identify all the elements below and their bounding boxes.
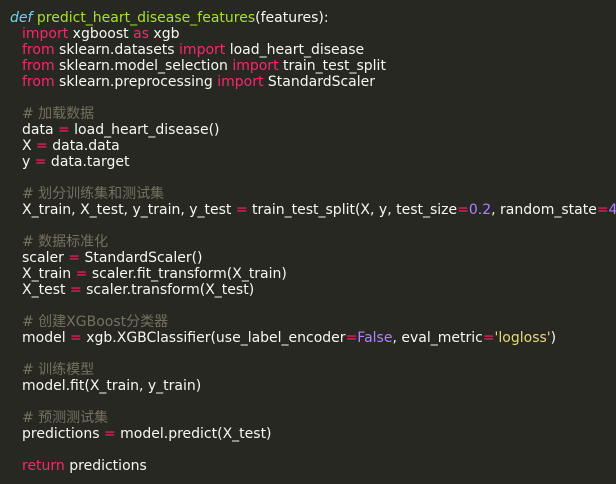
assign-operator: = <box>34 154 47 170</box>
assign-operator: = <box>70 330 82 346</box>
code-line-scaler: scaler = StandardScaler() <box>10 250 616 266</box>
code-line-def: def predict_heart_disease_features(featu… <box>10 10 616 26</box>
alias-name: xgb <box>148 26 180 42</box>
assign-value: scaler.fit_transform(X_train) <box>87 266 287 282</box>
comment: # 加载数据 <box>22 106 95 122</box>
module-name: xgboost <box>68 26 134 42</box>
number-literal: 0.2 <box>468 202 492 218</box>
code-line-import-preprocessing: from sklearn.preprocessing import Standa… <box>10 74 616 90</box>
assign-target: y <box>22 154 35 170</box>
code-line-model: model = xgb.XGBClassifier(use_label_enco… <box>10 330 616 346</box>
assign-operator: = <box>235 202 248 218</box>
code-line-comment-load: # 加载数据 <box>10 106 616 122</box>
assign-target: data <box>22 122 58 138</box>
call-expression: train_test_split(X, y, test_size <box>247 202 458 218</box>
code-line-comment-std: # 数据标准化 <box>10 234 616 250</box>
code-editor[interactable]: def predict_heart_disease_features(featu… <box>0 0 616 484</box>
code-line-x-test: X_test = scaler.transform(X_test) <box>10 282 616 298</box>
code-line-x-train: X_train = scaler.fit_transform(X_train) <box>10 266 616 282</box>
assign-value: scaler.transform(X_test) <box>81 282 255 298</box>
kwarg-operator: = <box>596 202 609 218</box>
from-keyword: from <box>22 58 55 74</box>
assign-operator: = <box>36 138 48 154</box>
assign-operator: = <box>68 250 81 266</box>
code-line-import-datasets: from sklearn.datasets import load_heart_… <box>10 42 616 58</box>
assign-value: load_heart_disease() <box>69 122 220 138</box>
assign-target: scaler <box>22 250 69 266</box>
comment: # 数据标准化 <box>22 234 109 250</box>
assign-target: model <box>22 330 71 346</box>
code-line-import-model-selection: from sklearn.model_selection import trai… <box>10 58 616 74</box>
import-keyword: import <box>232 58 279 74</box>
code-line-comment-create: # 创建XGBoost分类器 <box>10 314 616 330</box>
kwarg-operator: = <box>345 330 358 346</box>
call-close: ) <box>550 330 557 346</box>
call-expression: xgb.XGBClassifier(use_label_encoder <box>81 330 346 346</box>
string-literal: 'logloss' <box>494 330 551 346</box>
code-line-return: return predictions <box>10 458 616 474</box>
comment: # 创建XGBoost分类器 <box>22 314 169 330</box>
call-args: , eval_metric <box>392 330 483 346</box>
from-keyword: from <box>22 74 55 90</box>
assign-value: data.data <box>47 138 120 154</box>
assign-operator: = <box>75 266 88 282</box>
function-name: predict_heart_disease_features <box>36 10 256 26</box>
from-keyword: from <box>22 42 55 58</box>
assign-value: model.predict(X_test) <box>115 426 272 442</box>
code-line-import-xgboost: import xgboost as xgb <box>10 26 616 42</box>
import-keyword: import <box>179 42 226 58</box>
code-line-fit: model.fit(X_train, y_train) <box>10 378 616 394</box>
assign-value: data.target <box>46 154 130 170</box>
function-params: (features): <box>255 10 329 26</box>
statement: model.fit(X_train, y_train) <box>22 378 202 394</box>
code-line-comment-split: # 划分训练集和测试集 <box>10 186 616 202</box>
comment: # 预测测试集 <box>22 410 109 426</box>
number-literal: 42 <box>608 202 616 218</box>
assign-operator: = <box>103 426 116 442</box>
module-name: sklearn.datasets <box>54 42 180 58</box>
assign-target: X_test <box>22 282 70 298</box>
assign-target: X_train <box>22 266 76 282</box>
code-line-x: X = data.data <box>10 138 616 154</box>
comment: # 划分训练集和测试集 <box>22 186 165 202</box>
return-keyword: return <box>22 458 65 474</box>
import-keyword: import <box>217 74 264 90</box>
assign-target: X <box>22 138 37 154</box>
kwarg-operator: = <box>457 202 469 218</box>
assign-operator: = <box>57 122 70 138</box>
module-name: sklearn.preprocessing <box>54 74 218 90</box>
code-line-comment-predict: # 预测测试集 <box>10 410 616 426</box>
boolean-literal: False <box>357 330 393 346</box>
code-line-predictions: predictions = model.predict(X_test) <box>10 426 616 442</box>
module-name: sklearn.model_selection <box>54 58 233 74</box>
code-line-y: y = data.target <box>10 154 616 170</box>
code-line-data: data = load_heart_disease() <box>10 122 616 138</box>
assign-value: StandardScaler() <box>80 250 203 266</box>
imported-name: train_test_split <box>278 58 386 74</box>
as-keyword: as <box>133 26 149 42</box>
code-line-comment-train: # 训练模型 <box>10 362 616 378</box>
imported-name: load_heart_disease <box>225 42 365 58</box>
kwarg-operator: = <box>482 330 495 346</box>
comment: # 训练模型 <box>22 362 95 378</box>
return-value: predictions <box>64 458 147 474</box>
def-keyword: def <box>10 10 33 26</box>
imported-name: StandardScaler <box>263 74 376 90</box>
call-args: , random_state <box>491 202 597 218</box>
assign-target: predictions <box>22 426 104 442</box>
import-keyword: import <box>22 26 69 42</box>
assign-target: X_train, X_test, y_train, y_test <box>22 202 236 218</box>
code-line-split: X_train, X_test, y_train, y_test = train… <box>10 202 616 218</box>
assign-operator: = <box>69 282 82 298</box>
